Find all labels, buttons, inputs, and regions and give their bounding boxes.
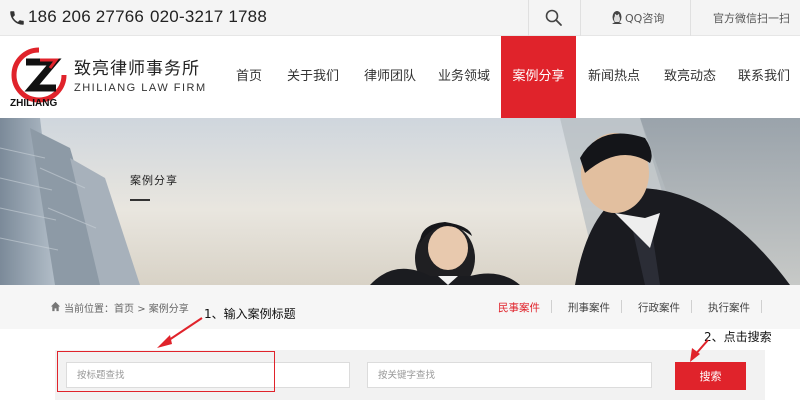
breadcrumb-current: 案例分享 xyxy=(148,304,189,315)
search-icon[interactable] xyxy=(544,8,564,28)
nav-item-news[interactable]: 新闻热点 xyxy=(584,36,644,118)
banner-title: 案例分享 xyxy=(130,174,178,187)
breadcrumb-home-link[interactable]: 首页 xyxy=(114,304,134,315)
firm-name-cn: 致亮律师事务所 xyxy=(74,59,200,79)
keyword-search-input[interactable] xyxy=(367,362,652,388)
annotation-step1: 1、输入案例标题 xyxy=(204,307,296,321)
annotation-step2: 2、点击搜索 xyxy=(704,330,772,344)
nav-item-updates[interactable]: 致亮动态 xyxy=(660,36,720,118)
nav-item-practice[interactable]: 业务领域 xyxy=(434,36,494,118)
divider xyxy=(621,300,622,313)
nav-item-home[interactable]: 首页 xyxy=(228,36,270,118)
qq-consult-link[interactable]: QQ咨询 xyxy=(625,10,664,26)
breadcrumb-prefix: 当前位置： xyxy=(64,304,114,315)
annotation-highlight-box xyxy=(57,351,275,392)
qq-penguin-icon xyxy=(612,11,622,24)
home-icon xyxy=(50,301,61,312)
search-button[interactable]: 搜索 xyxy=(675,362,746,390)
phone-number-mobile: 186 206 27766 xyxy=(28,7,145,26)
breadcrumb: 当前位置：首页 > 案例分享 xyxy=(64,300,189,315)
divider xyxy=(551,300,552,313)
category-enforcement[interactable]: 执行案件 xyxy=(708,300,750,315)
nav-item-team[interactable]: 律师团队 xyxy=(360,36,420,118)
top-contact-bar: 186 206 27766 020-3217 1788 QQ咨询 官方微信扫一扫 xyxy=(0,0,800,36)
category-administrative[interactable]: 行政案件 xyxy=(638,300,680,315)
page-banner xyxy=(0,118,800,285)
nav-item-cases[interactable]: 案例分享 xyxy=(501,36,576,118)
category-criminal[interactable]: 刑事案件 xyxy=(568,300,610,315)
divider xyxy=(690,0,691,36)
banner-title-underline xyxy=(130,199,150,201)
firm-logo-icon[interactable] xyxy=(10,46,68,104)
divider xyxy=(580,0,581,36)
logo-wordmark: ZHILIANG xyxy=(10,98,58,109)
breadcrumb-separator: > xyxy=(137,304,146,315)
wechat-scan-link[interactable]: 官方微信扫一扫 xyxy=(713,10,790,26)
category-civil[interactable]: 民事案件 xyxy=(498,300,540,315)
divider xyxy=(528,0,529,36)
divider xyxy=(761,300,762,313)
phone-number-landline: 020-3217 1788 xyxy=(150,7,267,26)
nav-item-about[interactable]: 关于我们 xyxy=(284,36,342,118)
banner-image xyxy=(0,118,800,285)
divider xyxy=(691,300,692,313)
site-header: ZHILIANG 致亮律师事务所 ZHILIANG LAW FIRM 首页 关于… xyxy=(0,36,800,118)
phone-icon xyxy=(10,11,24,25)
firm-name-en: ZHILIANG LAW FIRM xyxy=(74,82,207,94)
nav-item-contact[interactable]: 联系我们 xyxy=(734,36,794,118)
